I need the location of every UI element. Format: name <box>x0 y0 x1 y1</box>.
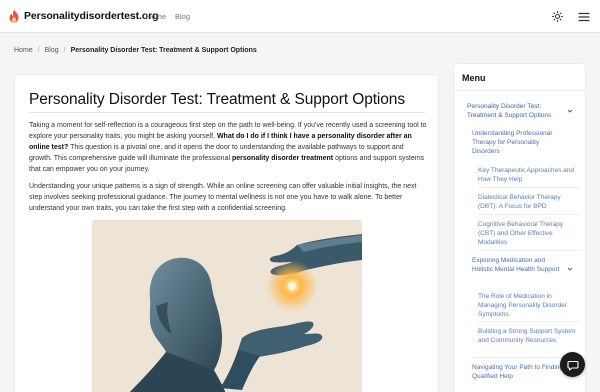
flame-logo-icon <box>9 9 19 23</box>
breadcrumb-blog-link[interactable]: Blog <box>45 47 59 54</box>
toc-divider <box>478 250 580 251</box>
article-title: Personality Disorder Test: Treatment & S… <box>29 91 405 108</box>
toc-item-dbt[interactable]: Dialectical Behavior Therapy (DBT): A Fo… <box>478 193 580 211</box>
toc-item-finding-help[interactable]: Navigating Your Path to Finding Qualifie… <box>472 363 564 381</box>
toc-item-cbt[interactable]: Cognitive Behavioral Therapy (CBT) and O… <box>478 220 580 247</box>
intro-paragraph: Taking a moment for self-reflection is a… <box>29 120 427 175</box>
toc-sidebar: Menu Personality Disorder Test: Treatmen… <box>453 63 586 392</box>
breadcrumb: Home / Blog / Personality Disorder Test:… <box>14 47 257 54</box>
hero-illustration <box>92 220 362 392</box>
toc-item-role-of-medication[interactable]: The Role of Medication in Managing Perso… <box>478 292 580 319</box>
nav-blog-link[interactable]: Blog <box>175 12 190 21</box>
nav-home-link[interactable]: Home <box>146 12 166 21</box>
theme-toggle-button[interactable] <box>551 10 564 23</box>
toc-divider <box>478 321 580 322</box>
toc-item-key-approaches[interactable]: Key Therapeutic Approaches and How They … <box>478 166 580 184</box>
breadcrumb-separator: / <box>63 47 66 54</box>
chat-bubble-icon <box>566 360 579 371</box>
toc-item-professional-therapy[interactable]: Understanding Professional Therapy for P… <box>472 129 567 156</box>
second-paragraph: Understanding your unique patterns is a … <box>29 183 417 212</box>
sidebar-divider <box>454 90 585 91</box>
toc-item-main[interactable]: Personality Disorder Test: Treatment & S… <box>467 102 565 120</box>
breadcrumb-separator: / <box>37 47 40 54</box>
chat-button[interactable] <box>560 352 585 377</box>
toc-item-support-system[interactable]: Building a Strong Support System and Com… <box>478 327 580 345</box>
logo-text: Personalitydisordertest.org <box>24 10 159 22</box>
breadcrumb-home-link[interactable]: Home <box>14 47 33 54</box>
hamburger-menu-button[interactable] <box>577 10 591 23</box>
site-logo[interactable]: Personalitydisordertest.org <box>8 9 159 23</box>
sun-icon <box>552 11 563 22</box>
hamburger-icon <box>578 12 590 21</box>
title-divider <box>29 112 425 113</box>
chevron-down-icon[interactable] <box>567 266 573 272</box>
article-card: Personality Disorder Test: Treatment & S… <box>14 74 439 392</box>
toc-divider <box>478 214 580 215</box>
top-bar: Personalitydisordertest.org Home Blog <box>0 0 600 33</box>
chevron-down-icon[interactable] <box>567 108 573 114</box>
intro-bold-treatment: personality disorder treatment <box>231 155 334 162</box>
toc-divider <box>478 187 580 188</box>
reaching-hands-illustration <box>92 220 362 392</box>
breadcrumb-current: Personality Disorder Test: Treatment & S… <box>70 47 257 54</box>
toc-item-medication-holistic[interactable]: Exploring Medication and Holistic Mental… <box>472 256 562 274</box>
sidebar-title: Menu <box>462 73 486 83</box>
